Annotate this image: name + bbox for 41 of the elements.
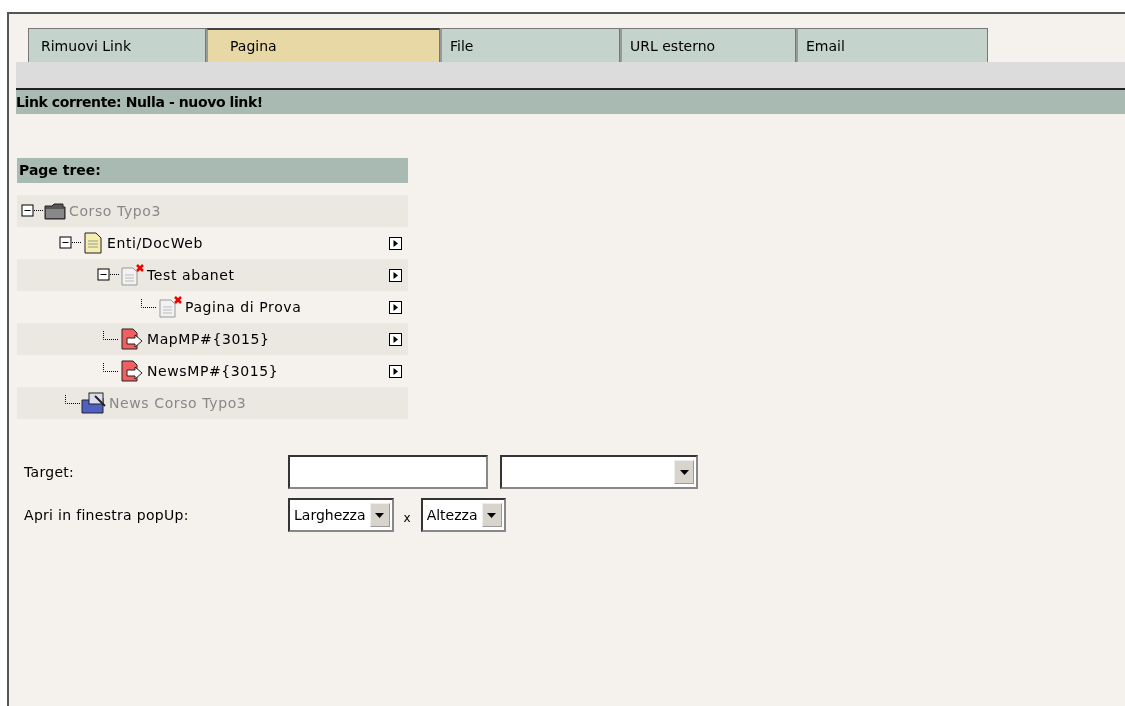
context-menu-icon[interactable] bbox=[389, 236, 402, 250]
caret-icon bbox=[487, 512, 496, 518]
tree-connector-icon bbox=[103, 363, 119, 372]
news-folder-icon bbox=[81, 392, 107, 414]
shortcut-page-icon bbox=[119, 360, 145, 382]
context-menu-icon[interactable] bbox=[389, 268, 402, 282]
hidden-page-icon bbox=[157, 296, 183, 318]
collapse-icon[interactable] bbox=[97, 267, 119, 283]
height-select[interactable]: Altezza bbox=[420, 498, 506, 532]
page-tree-header: Page tree: bbox=[17, 158, 408, 183]
tree-item[interactable]: Pagina di Prova bbox=[185, 299, 302, 315]
shortcut-page-icon bbox=[119, 328, 145, 350]
collapse-icon[interactable] bbox=[21, 203, 43, 219]
tab[interactable]: Pagina bbox=[206, 28, 440, 62]
collapse-icon[interactable] bbox=[59, 235, 81, 251]
current-link-bar: Link corrente: Nulla - nuovo link! bbox=[16, 88, 1125, 114]
times-sign: x bbox=[403, 511, 411, 525]
width-select[interactable]: Larghezza bbox=[288, 498, 394, 532]
tab[interactable]: File bbox=[440, 28, 620, 62]
tree-connector-icon bbox=[103, 331, 119, 340]
tree-item[interactable]: Test abanet bbox=[147, 267, 235, 283]
context-menu-icon[interactable] bbox=[389, 332, 402, 346]
target-label: Target: bbox=[24, 464, 76, 480]
caret-icon bbox=[375, 512, 385, 518]
tree-connector-icon bbox=[65, 395, 81, 404]
folder-icon bbox=[43, 201, 67, 221]
target-select[interactable] bbox=[500, 455, 698, 489]
tab[interactable]: Email bbox=[796, 28, 988, 62]
tree-item[interactable]: NewsMP#{3015} bbox=[147, 363, 279, 379]
target-input[interactable] bbox=[288, 455, 488, 489]
hidden-page-icon bbox=[119, 264, 145, 286]
context-menu-icon[interactable] bbox=[389, 300, 402, 314]
tree-item[interactable]: MapMP#{3015} bbox=[147, 331, 270, 347]
tree-item[interactable]: Enti/DocWeb bbox=[107, 235, 203, 251]
caret-icon bbox=[679, 469, 689, 475]
popup-label: Apri in finestra popUp: bbox=[24, 507, 190, 523]
tab[interactable]: URL esterno bbox=[620, 28, 796, 62]
page-icon bbox=[81, 232, 105, 254]
tree-connector-icon bbox=[141, 299, 157, 308]
tab[interactable]: Rimuovi Link bbox=[28, 28, 206, 62]
context-menu-icon[interactable] bbox=[389, 364, 402, 378]
